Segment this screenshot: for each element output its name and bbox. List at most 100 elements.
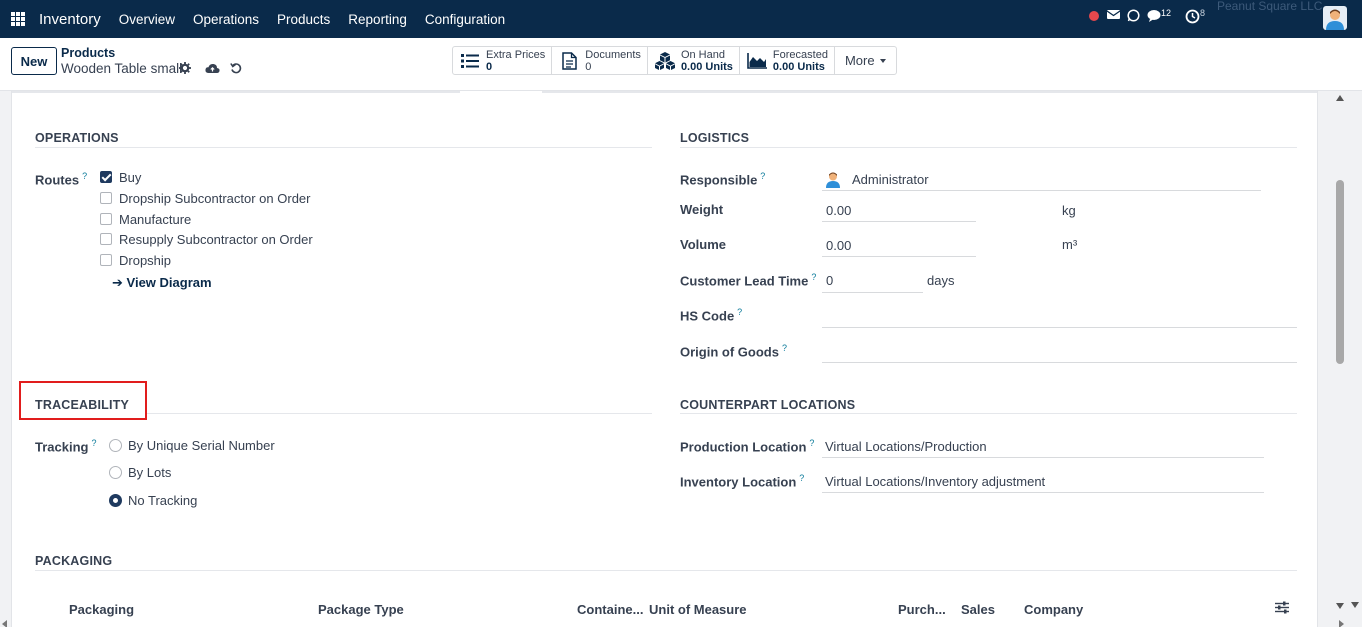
logistics-rule — [680, 147, 1297, 148]
volume-input[interactable]: 0.00 — [826, 238, 851, 253]
breadcrumb-parent[interactable]: Products — [61, 46, 115, 60]
inventory-location-underline — [822, 492, 1264, 493]
scroll-thumb[interactable] — [1336, 180, 1344, 364]
tracking-lots-radio[interactable] — [109, 466, 122, 479]
area-chart-icon — [746, 51, 768, 71]
weight-input[interactable]: 0.00 — [826, 203, 851, 218]
documents-button[interactable]: Documents 0 — [552, 47, 648, 74]
company-name: Peanut Square LLC — [1217, 0, 1323, 13]
scroll-left-arrow-icon[interactable] — [2, 620, 7, 627]
tracking-none-radio[interactable] — [109, 494, 122, 507]
page-scroll-down-arrow-icon[interactable] — [1351, 602, 1359, 608]
route-dropship-subcontractor-checkbox[interactable] — [100, 192, 112, 204]
on-hand-label: On Hand — [680, 48, 725, 61]
tabs-border — [12, 91, 1317, 93]
route-buy-checkbox[interactable] — [100, 171, 112, 183]
counterpart-title: COUNTERPART LOCATIONS — [680, 398, 856, 412]
route-dropship-checkbox[interactable] — [100, 254, 112, 266]
extra-prices-label: Extra Prices — [486, 48, 546, 61]
tracking-none-label: No Tracking — [128, 493, 198, 508]
lead-time-underline — [822, 292, 923, 293]
vertical-scrollbar[interactable] — [1334, 91, 1348, 618]
traceability-title: TRACEABILITY — [35, 398, 130, 412]
documents-label: Documents — [585, 48, 641, 61]
lead-time-unit: days — [927, 273, 955, 288]
hs-code-label: HS Code? — [680, 307, 743, 324]
responsible-label: Responsible? — [680, 171, 766, 188]
route-dropship-subcontractor-label: Dropship Subcontractor on Order — [119, 191, 311, 206]
col-package-type[interactable]: Package Type — [318, 602, 404, 617]
mail-icon[interactable] — [1106, 9, 1121, 23]
arrow-right-icon: ➔ — [112, 275, 123, 290]
forecasted-value: 0.00 Units — [772, 60, 825, 73]
tracking-lots-label: By Lots — [128, 465, 172, 480]
tracking-serial-radio[interactable] — [109, 439, 122, 452]
menu-operations[interactable]: Operations — [193, 12, 259, 27]
col-purchase[interactable]: Purch... — [898, 602, 946, 617]
volume-unit: m³ — [1062, 237, 1078, 252]
scroll-right-arrow-icon[interactable] — [1339, 620, 1344, 627]
volume-underline — [822, 256, 976, 257]
responsible-field[interactable]: Administrator — [852, 172, 929, 187]
optional-columns-icon[interactable] — [1275, 601, 1289, 617]
forecasted-button[interactable]: Forecasted 0.00 Units — [740, 47, 835, 74]
on-hand-value: 0.00 Units — [680, 60, 733, 73]
col-sales[interactable]: Sales — [961, 602, 995, 617]
more-dropdown[interactable]: More — [835, 47, 896, 74]
new-button[interactable]: New — [11, 47, 57, 75]
apps-grid-icon[interactable] — [11, 12, 25, 26]
caret-down-icon — [879, 58, 886, 63]
route-buy-label: Buy — [119, 170, 142, 185]
on-hand-button[interactable]: On Hand 0.00 Units — [648, 47, 740, 74]
cloud-save-icon[interactable] — [205, 62, 220, 77]
discard-undo-icon[interactable] — [230, 62, 242, 77]
scroll-down-arrow-icon[interactable] — [1336, 603, 1344, 609]
production-location-field[interactable]: Virtual Locations/Production — [825, 439, 987, 454]
menu-reporting[interactable]: Reporting — [348, 12, 407, 27]
messages-count-badge: 12 — [1161, 8, 1172, 18]
route-resupply-subcontractor-checkbox[interactable] — [100, 233, 112, 245]
packaging-title: PACKAGING — [35, 554, 113, 568]
extra-prices-button[interactable]: Extra Prices 0 — [453, 47, 553, 74]
active-tab-gap — [460, 91, 542, 93]
app-name[interactable]: Inventory — [39, 11, 101, 28]
activity-clock-icon[interactable] — [1185, 9, 1200, 27]
breadcrumb-current: Wooden Table small — [61, 61, 183, 76]
lead-time-input[interactable]: 0 — [826, 273, 833, 288]
col-container[interactable]: Containe... — [577, 602, 643, 617]
document-icon — [558, 51, 580, 71]
user-avatar[interactable] — [1323, 6, 1347, 30]
inventory-location-field[interactable]: Virtual Locations/Inventory adjustment — [825, 474, 1045, 489]
col-unit-of-measure[interactable]: Unit of Measure — [649, 602, 747, 617]
view-diagram-link[interactable]: ➔ View Diagram — [112, 275, 212, 291]
origin-label: Origin of Goods? — [680, 343, 787, 360]
cubes-icon — [654, 51, 676, 71]
routes-label: Routes? — [35, 171, 88, 188]
smart-buttons: Extra Prices 0 Documents 0 On Hand 0.00 Uni… — [452, 46, 897, 75]
status-dot-icon[interactable] — [1089, 11, 1099, 21]
route-manufacture-checkbox[interactable] — [100, 213, 112, 225]
packaging-rule — [35, 570, 1297, 571]
scroll-up-arrow-icon[interactable] — [1336, 95, 1344, 101]
form-sheet: OPERATIONS Routes? Buy Dropship Subcontr… — [11, 91, 1318, 627]
menu-products[interactable]: Products — [277, 12, 330, 27]
traceability-rule — [147, 413, 652, 414]
hs-code-underline — [822, 327, 1297, 328]
col-packaging[interactable]: Packaging — [69, 602, 134, 617]
weight-unit: kg — [1062, 203, 1076, 218]
menu-configuration[interactable]: Configuration — [425, 12, 505, 27]
route-manufacture-label: Manufacture — [119, 212, 192, 227]
gear-icon[interactable] — [179, 62, 191, 77]
extra-prices-value: 0 — [486, 60, 493, 73]
responsible-underline — [822, 190, 1261, 191]
top-navbar: Inventory Overview Operations Products R… — [0, 0, 1362, 38]
menu-overview[interactable]: Overview — [119, 12, 175, 27]
weight-label: Weight — [680, 202, 724, 217]
inventory-location-label: Inventory Location? — [680, 473, 805, 490]
control-panel: New Products Wooden Table small Extra Pr… — [0, 38, 1362, 91]
lead-time-label: Customer Lead Time? — [680, 272, 817, 289]
production-location-underline — [822, 457, 1264, 458]
col-company[interactable]: Company — [1024, 602, 1083, 617]
whatsapp-icon[interactable] — [1127, 9, 1140, 25]
documents-value: 0 — [585, 60, 592, 73]
